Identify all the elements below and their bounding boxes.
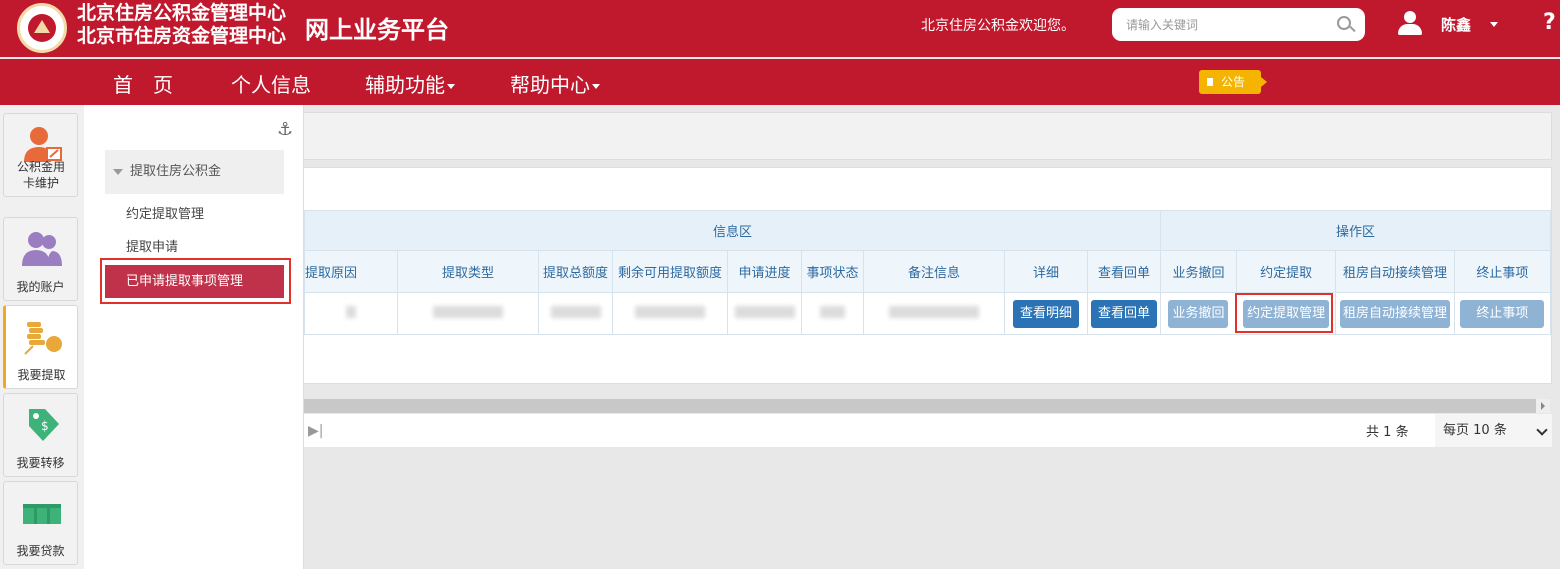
welcome-text: 北京住房公积金欢迎您。 (921, 18, 1075, 34)
money-bundle-icon (23, 504, 61, 524)
col-header: 提取原因 (304, 250, 398, 293)
col-header: 详细 (1004, 250, 1088, 293)
notice-button[interactable]: 公告 (1199, 70, 1267, 94)
user-dropdown-icon[interactable] (1490, 22, 1498, 27)
cell-revoke: 业务撤回 (1160, 292, 1237, 335)
cell-rent: 租房自动接续管理 (1335, 292, 1455, 335)
org-name-line2: 北京市住房资金管理中心 (77, 25, 287, 47)
per-value: 10 (1473, 423, 1490, 438)
page-size-select[interactable]: 每页 10 条 (1435, 414, 1552, 447)
group-ops-header: 操作区 (1160, 210, 1551, 251)
users-icon (22, 232, 62, 266)
cell-detail: 查看明细 (1004, 292, 1088, 335)
pager: ▶| 共 1 条 每页 10 条 (304, 414, 1552, 447)
nav-aux-label: 辅助功能 (365, 73, 445, 97)
col-header: 申请进度 (727, 250, 802, 293)
chevron-down-icon (447, 84, 455, 89)
total-count: 共 1 条 (1366, 421, 1409, 440)
withdraw-submenu: ⚓ 提取住房公积金 约定提取管理 提取申请 已申请提取事项管理 (84, 105, 304, 569)
main-nav: 首 页 个人信息 辅助功能 帮助中心 (0, 59, 1560, 105)
left-icon-nav: 公积金用卡维护 我的账户 我要提取 $ 我要转移 我要贷款 (0, 105, 84, 569)
top-bar: 北京住房公积金管理中心 北京市住房资金管理中心 网上业务平台 北京住房公积金欢迎… (0, 0, 1560, 57)
leftnav-my-account[interactable]: 我的账户 (3, 217, 78, 301)
cell-redacted (304, 292, 398, 335)
cell-redacted (397, 292, 539, 335)
top-panel (304, 112, 1552, 160)
col-header: 事项状态 (801, 250, 864, 293)
content-area: 信息区 操作区 提取原因 提取类型 提取总额度 剩余可用提取额度 申请进度 事项… (304, 105, 1560, 569)
rent-auto-renew-button[interactable]: 租房自动接续管理 (1339, 299, 1450, 328)
org-name: 北京住房公积金管理中心 北京市住房资金管理中心 (77, 2, 286, 48)
group-info-header: 信息区 (304, 210, 1161, 251)
leftnav-label: 公积金用卡维护 (16, 160, 65, 190)
leftnav-transfer[interactable]: $ 我要转移 (3, 393, 78, 477)
leftnav-label: 我要贷款 (16, 544, 65, 558)
col-header: 剩余可用提取额度 (612, 250, 728, 293)
search-placeholder: 请输入关键词 (1126, 18, 1199, 32)
nav-home[interactable]: 首 页 (113, 69, 173, 98)
cell-terminate: 终止事项 (1453, 292, 1552, 335)
col-header: 业务撤回 (1160, 250, 1237, 293)
cell-redacted (863, 292, 1005, 335)
platform-title: 网上业务平台 (305, 15, 449, 44)
anchor-icon[interactable]: ⚓ (277, 119, 293, 140)
cell-redacted (612, 292, 728, 335)
search-icon[interactable] (1337, 16, 1351, 30)
col-header: 提取类型 (397, 250, 539, 293)
username[interactable]: 陈鑫 (1441, 14, 1471, 35)
table-panel: 信息区 操作区 提取原因 提取类型 提取总额度 剩余可用提取额度 申请进度 事项… (304, 167, 1552, 447)
scroll-right-icon[interactable] (1536, 399, 1550, 413)
horizontal-scrollbar[interactable] (304, 399, 1550, 413)
nav-personal-info[interactable]: 个人信息 (231, 69, 311, 98)
col-header: 终止事项 (1453, 250, 1552, 293)
submenu-withdraw-apply[interactable]: 提取申请 (126, 236, 178, 255)
submenu-group-withdraw[interactable]: 提取住房公积金 (105, 150, 284, 194)
leftnav-withdraw[interactable]: 我要提取 (3, 305, 78, 389)
help-icon[interactable]: ? (1543, 10, 1556, 35)
per-unit: 条 (1493, 423, 1507, 438)
revoke-button[interactable]: 业务撤回 (1168, 299, 1229, 328)
leftnav-label: 我要提取 (17, 368, 66, 382)
terminate-button[interactable]: 终止事项 (1460, 299, 1545, 328)
cell-redacted (727, 292, 802, 335)
total-suffix: 条 (1395, 425, 1409, 440)
last-page-icon[interactable]: ▶| (308, 423, 323, 439)
submenu-scheduled-withdraw[interactable]: 约定提取管理 (126, 203, 204, 222)
nav-help-center[interactable]: 帮助中心 (510, 69, 600, 98)
price-tag-icon: $ (29, 409, 59, 441)
per-label: 每页 (1443, 423, 1470, 438)
col-header: 租房自动接续管理 (1335, 250, 1455, 293)
nav-aux-functions[interactable]: 辅助功能 (365, 69, 455, 98)
col-header: 提取总额度 (538, 250, 613, 293)
results-table: 信息区 操作区 提取原因 提取类型 提取总额度 剩余可用提取额度 申请进度 事项… (304, 210, 1552, 335)
leftnav-label: 我要转移 (16, 456, 65, 470)
chevron-down-icon (592, 84, 600, 89)
leftnav-card-maintenance[interactable]: 公积金用卡维护 (3, 113, 78, 197)
nav-help-label: 帮助中心 (510, 73, 590, 97)
total-number: 1 (1383, 425, 1392, 440)
cell-redacted (538, 292, 613, 335)
highlight-box (1235, 293, 1333, 333)
table-row: 查看明细 查看回单 业务撤回 约定提取管理 租房自动接续管理 终止事项 (304, 292, 1552, 335)
total-prefix: 共 (1366, 425, 1380, 440)
col-header: 查看回单 (1087, 250, 1161, 293)
cell-receipt: 查看回单 (1087, 292, 1161, 335)
search-input[interactable]: 请输入关键词 (1112, 8, 1365, 41)
col-header: 备注信息 (863, 250, 1005, 293)
org-name-line1: 北京住房公积金管理中心 (77, 2, 287, 24)
user-icon[interactable] (1398, 11, 1422, 36)
col-header: 约定提取 (1235, 250, 1337, 293)
leftnav-loan[interactable]: 我要贷款 (3, 481, 78, 565)
housing-fund-logo (17, 3, 67, 53)
leftnav-label: 我的账户 (16, 280, 65, 294)
view-receipt-button[interactable]: 查看回单 (1090, 299, 1157, 328)
svg-text:$: $ (41, 419, 49, 433)
highlight-box (100, 258, 291, 304)
view-detail-button[interactable]: 查看明细 (1012, 299, 1079, 328)
cell-redacted (801, 292, 864, 335)
coins-icon (24, 322, 62, 355)
